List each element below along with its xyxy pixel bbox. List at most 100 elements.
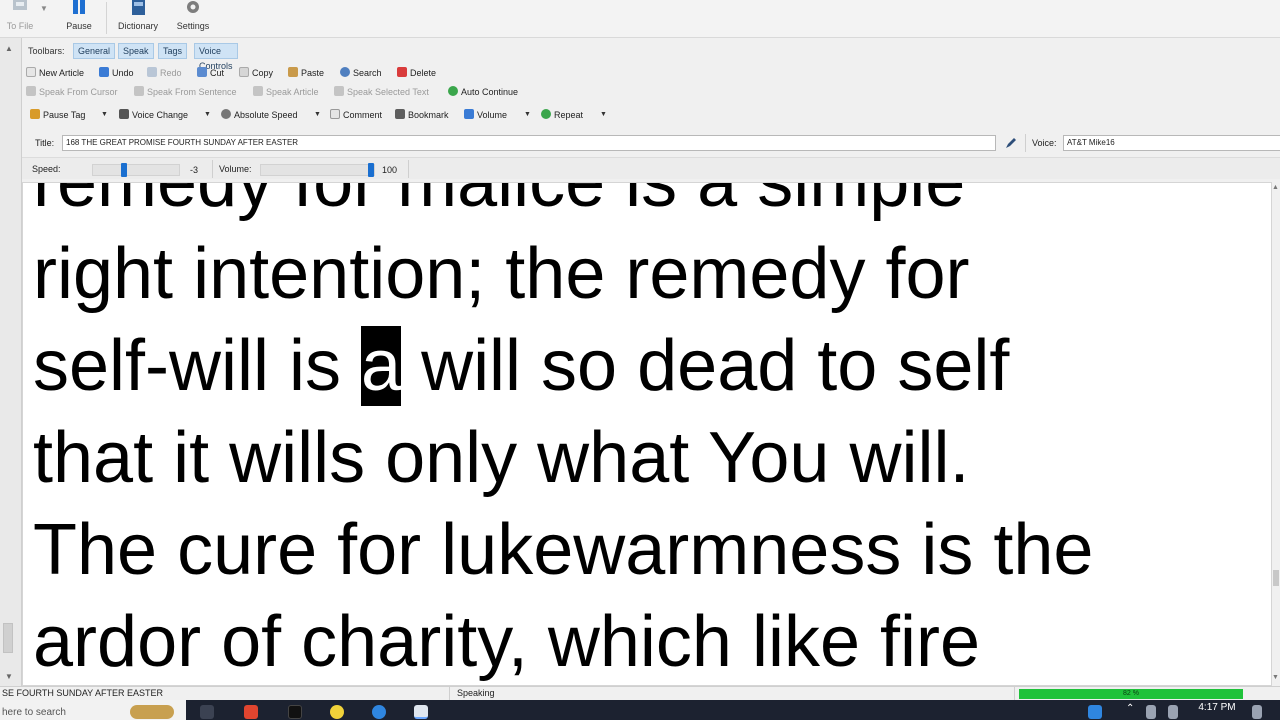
delete-icon	[397, 67, 407, 77]
tray-chevron-up-icon[interactable]: ⌃	[1126, 703, 1134, 714]
taskbar: here to search ⌃ 4:17 PM	[0, 700, 1280, 720]
volume-button[interactable]: Volume	[464, 106, 507, 124]
delete-label: Delete	[410, 68, 437, 78]
speak-selection-icon	[334, 86, 344, 96]
volume-slider-label: Volume:	[219, 164, 252, 174]
tab-speak[interactable]: Speak	[118, 43, 154, 59]
new-article-label: New Article	[39, 68, 85, 78]
speed-divider	[212, 160, 213, 178]
voice-change-dropdown-icon[interactable]: ▼	[204, 106, 211, 124]
document-scrollbar[interactable]: ▲ ▼	[1272, 182, 1280, 686]
search-label: Search	[353, 68, 382, 78]
tab-tags[interactable]: Tags	[158, 43, 188, 59]
redo-button[interactable]: Redo	[147, 64, 182, 82]
scroll-up-icon[interactable]: ▲	[1272, 184, 1279, 191]
text-line: that it wills only what You will.	[33, 412, 1271, 504]
absolute-speed-dropdown-icon[interactable]: ▼	[314, 106, 321, 124]
title-label: Title:	[35, 138, 55, 148]
undo-button[interactable]: Undo	[99, 64, 134, 82]
delete-button[interactable]: Delete	[397, 64, 436, 82]
speak-selected-text-label: Speak Selected Text	[347, 87, 429, 97]
speak-from-cursor-label: Speak From Cursor	[39, 87, 118, 97]
network-icon[interactable]	[1146, 705, 1156, 719]
undo-label: Undo	[112, 68, 134, 78]
document-app-icon[interactable]	[1088, 705, 1102, 719]
speak-article-label: Speak Article	[266, 87, 319, 97]
speak-selected-text-button[interactable]: Speak Selected Text	[334, 83, 429, 101]
pause-button[interactable]: Pause	[62, 0, 96, 36]
speaking-progress-bar: 82 %	[1019, 689, 1243, 699]
redo-icon	[147, 67, 157, 77]
speed-slider[interactable]	[92, 163, 180, 177]
speed-label: Speed:	[32, 164, 61, 174]
volume-slider[interactable]	[260, 163, 375, 177]
textaloud-icon[interactable]	[414, 705, 428, 719]
to-file-dropdown-icon[interactable]: ▼	[40, 4, 48, 13]
paste-label: Paste	[301, 68, 325, 78]
pause-icon	[73, 0, 85, 14]
new-article-button[interactable]: New Article	[26, 64, 84, 82]
search-icon	[340, 67, 350, 77]
redo-label: Redo	[160, 68, 182, 78]
task-view-icon[interactable]	[200, 705, 214, 719]
speak-cursor-icon	[26, 86, 36, 96]
speak-from-cursor-button[interactable]: Speak From Cursor	[26, 83, 118, 101]
title-divider	[1025, 134, 1026, 152]
repeat-label: Repeat	[554, 110, 584, 120]
line-text: ardor of charity, which like fire	[33, 602, 981, 682]
comment-button[interactable]: Comment	[330, 106, 382, 124]
absolute-speed-button[interactable]: Absolute Speed	[221, 106, 298, 124]
pause-tag-button[interactable]: Pause Tag	[30, 106, 85, 124]
left-panel-strip: ▲ ▼	[0, 38, 22, 686]
speak-from-sentence-button[interactable]: Speak From Sentence	[134, 83, 237, 101]
speaker-tray-icon[interactable]	[1168, 705, 1178, 719]
scrollbar-thumb[interactable]	[1273, 570, 1279, 586]
voice-select[interactable]: AT&T Mike16	[1063, 135, 1280, 151]
settings-button[interactable]: Settings	[172, 0, 214, 36]
tab-general[interactable]: General	[73, 43, 116, 59]
chevron-up-icon[interactable]: ▲	[5, 44, 13, 53]
snapchat-icon[interactable]	[330, 705, 344, 719]
auto-continue-button[interactable]: Auto Continue	[448, 83, 518, 101]
repeat-dropdown-icon[interactable]: ▼	[600, 106, 607, 124]
app-icon[interactable]	[372, 705, 386, 719]
bookmark-label: Bookmark	[408, 110, 449, 120]
copy-button[interactable]: Copy	[239, 64, 273, 82]
absolute-speed-label: Absolute Speed	[234, 110, 298, 120]
speed-slider-thumb[interactable]	[121, 163, 127, 177]
voice-change-label: Voice Change	[132, 110, 189, 120]
document-view[interactable]: remedy for malice is a simple right inte…	[22, 182, 1272, 686]
repeat-button[interactable]: Repeat	[541, 106, 583, 124]
scroll-down-icon[interactable]: ▼	[1272, 674, 1279, 681]
text-line: The cure for lukewarmness is the	[33, 504, 1271, 596]
pause-tag-dropdown-icon[interactable]: ▼	[101, 106, 108, 124]
pause-label: Pause	[66, 21, 92, 31]
browser-icon[interactable]	[244, 705, 258, 719]
title-row: Title: 168 THE GREAT PROMISE FOURTH SUND…	[22, 132, 1280, 154]
settings-label: Settings	[176, 21, 210, 31]
pen-icon[interactable]	[1004, 136, 1018, 150]
gear-icon	[187, 1, 199, 13]
widgets-icon[interactable]	[130, 705, 174, 719]
to-file-label: To File	[6, 21, 34, 31]
speak-article-button[interactable]: Speak Article	[253, 83, 319, 101]
bookmark-button[interactable]: Bookmark	[395, 106, 449, 124]
taskbar-clock[interactable]: 4:17 PM	[1192, 702, 1242, 713]
cut-button[interactable]: Cut	[197, 64, 224, 82]
volume-dropdown-icon[interactable]: ▼	[524, 106, 531, 124]
chevron-down-icon[interactable]: ▼	[5, 672, 13, 681]
title-field[interactable]: 168 THE GREAT PROMISE FOURTH SUNDAY AFTE…	[62, 135, 996, 151]
tab-voice-controls[interactable]: Voice Controls	[194, 43, 238, 71]
speak-sentence-icon	[134, 86, 144, 96]
dictionary-button[interactable]: Dictionary	[114, 0, 162, 36]
voice-change-button[interactable]: Voice Change	[119, 106, 188, 124]
volume-slider-thumb[interactable]	[368, 163, 374, 177]
clipboard-icon	[288, 67, 298, 77]
notification-icon[interactable]	[1252, 705, 1262, 719]
paste-button[interactable]: Paste	[288, 64, 324, 82]
left-scroll-thumb[interactable]	[3, 623, 13, 653]
to-file-button[interactable]: To File	[4, 0, 36, 36]
tiktok-icon[interactable]	[288, 705, 302, 719]
search-button[interactable]: Search	[340, 64, 382, 82]
line-text: self-will is	[33, 326, 362, 406]
